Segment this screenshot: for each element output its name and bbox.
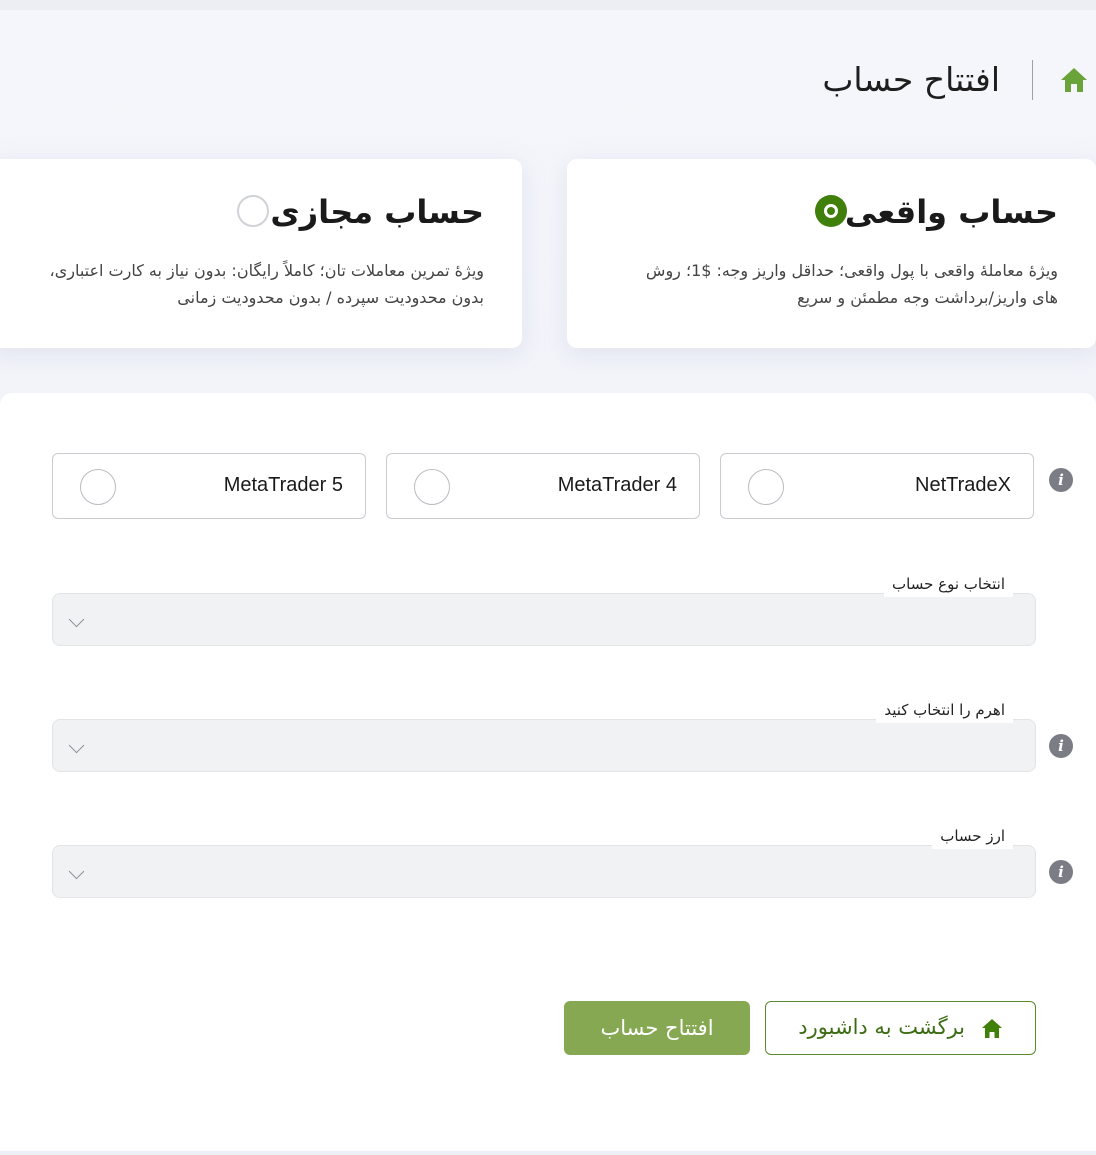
leverage-label: اهرم را انتخاب کنید — [876, 699, 1013, 723]
currency-info-icon[interactable]: i — [1049, 860, 1073, 884]
demo-account-title: حساب مجازی — [270, 193, 484, 231]
account-type-select[interactable] — [52, 593, 1036, 646]
account-form-panel: i NetTradeX MetaTrader 4 MetaTrader 5 ان… — [0, 393, 1096, 1151]
platform-label: MetaTrader 4 — [557, 474, 677, 496]
page-title: افتتاح حساب — [822, 60, 1000, 99]
real-account-card[interactable]: حساب واقعی ویژهٔ معاملهٔ واقعی با پول وا… — [567, 159, 1096, 348]
platform-label: MetaTrader 5 — [223, 474, 343, 496]
platform-info-icon[interactable]: i — [1049, 468, 1073, 492]
demo-account-radio[interactable] — [237, 195, 269, 227]
currency-select[interactable] — [52, 845, 1036, 898]
home-icon — [981, 1018, 1003, 1040]
platform-label: NetTradeX — [915, 474, 1011, 496]
real-account-description: ویژهٔ معاملهٔ واقعی با پول واقعی؛ حداقل … — [618, 257, 1058, 311]
home-icon[interactable] — [1060, 66, 1088, 94]
header-divider — [1032, 60, 1033, 100]
open-account-button-label: افتتاح حساب — [600, 1016, 714, 1040]
currency-label: ارز حساب — [932, 825, 1013, 849]
account-type-label: انتخاب نوع حساب — [884, 573, 1013, 597]
leverage-info-icon[interactable]: i — [1049, 734, 1073, 758]
chevron-down-icon — [68, 737, 85, 754]
real-account-description-line2: های واریز/برداشت وجه مطمئن و سریع — [797, 288, 1058, 307]
back-button-label: برگشت به داشبورد — [798, 1015, 965, 1039]
platform-option-metatrader4[interactable]: MetaTrader 4 — [386, 453, 700, 519]
platform-option-metatrader5[interactable]: MetaTrader 5 — [52, 453, 366, 519]
real-account-radio[interactable] — [815, 195, 847, 227]
chevron-down-icon — [68, 863, 85, 880]
platform-option-nettradex[interactable]: NetTradeX — [720, 453, 1034, 519]
demo-account-description-line2: بدون محدودیت سپرده / بدون محدودیت زمانی — [177, 288, 484, 307]
page-header: افتتاح حساب — [696, 58, 1096, 108]
demo-account-description-line1: ویژهٔ تمرین معاملات تان؛ کاملاً رایگان: … — [49, 261, 484, 280]
demo-account-description: ویژهٔ تمرین معاملات تان؛ کاملاً رایگان: … — [44, 257, 484, 311]
chevron-down-icon — [68, 611, 85, 628]
leverage-select[interactable] — [52, 719, 1036, 772]
real-account-description-line1: ویژهٔ معاملهٔ واقعی با پول واقعی؛ حداقل … — [645, 261, 1058, 280]
demo-account-card[interactable]: حساب مجازی ویژهٔ تمرین معاملات تان؛ کامل… — [0, 159, 522, 348]
platform-radio[interactable] — [748, 469, 784, 505]
back-to-dashboard-button[interactable]: برگشت به داشبورد — [765, 1001, 1036, 1055]
platform-radio[interactable] — [414, 469, 450, 505]
real-account-title: حساب واقعی — [844, 193, 1058, 231]
open-account-button[interactable]: افتتاح حساب — [564, 1001, 750, 1055]
platform-radio[interactable] — [80, 469, 116, 505]
